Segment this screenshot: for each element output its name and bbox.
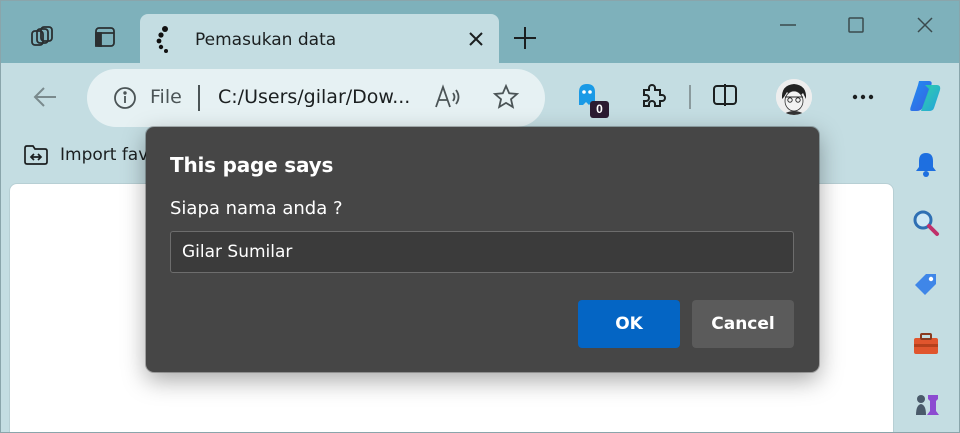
favorite-star-icon[interactable] [492,83,520,116]
dialog-message: Siapa nama anda ? [170,198,343,219]
import-favorites-icon[interactable] [23,143,49,172]
import-favorites-link[interactable]: Import favo [60,145,159,165]
read-aloud-icon[interactable] [434,84,462,115]
dialog-title: This page says [170,153,334,177]
url-separator [198,85,200,111]
navigation-toolbar: File C:/Users/gilar/Dow... [1,63,959,131]
tab-title: Pemasukan data [195,30,337,50]
address-bar[interactable]: File C:/Users/gilar/Dow... [87,69,545,127]
name-input[interactable] [170,231,794,273]
tools-briefcase-icon[interactable] [911,329,941,359]
search-icon[interactable] [911,208,941,238]
url-text[interactable]: C:/Users/gilar/Dow... [218,86,410,108]
shopping-tag-icon[interactable] [911,269,941,299]
notifications-bell-icon[interactable] [911,149,941,179]
workspaces-icon[interactable] [26,21,58,53]
browser-window: Pemasukan data File C:/Users/gilar/Dow..… [0,0,960,433]
extensions-puzzle-icon[interactable] [639,81,667,114]
prompt-dialog: This page says Siapa nama anda ? OK Canc… [146,127,819,372]
loading-spinner-icon [154,26,174,59]
split-screen-icon[interactable] [711,81,739,114]
cancel-button[interactable]: Cancel [692,300,794,348]
minimize-icon[interactable] [776,13,800,37]
games-chess-icon[interactable] [911,389,941,419]
close-window-icon[interactable] [913,13,937,37]
tab-strip: Pemasukan data [1,1,959,64]
toolbar-divider [689,85,691,109]
tab-actions-icon[interactable] [89,21,121,53]
copilot-icon[interactable] [907,77,945,120]
ghostery-count-badge: 0 [590,101,609,118]
ok-button[interactable]: OK [578,300,680,348]
profile-avatar[interactable] [776,79,812,115]
close-tab-icon[interactable] [465,28,487,50]
maximize-icon[interactable] [844,13,868,37]
back-arrow-icon[interactable] [31,83,59,111]
tab-pemasukan-data[interactable]: Pemasukan data [140,14,499,64]
new-tab-plus-icon[interactable] [512,25,538,51]
info-icon[interactable] [113,86,137,115]
more-options-icon[interactable] [849,83,877,116]
url-scheme-label: File [150,86,182,108]
